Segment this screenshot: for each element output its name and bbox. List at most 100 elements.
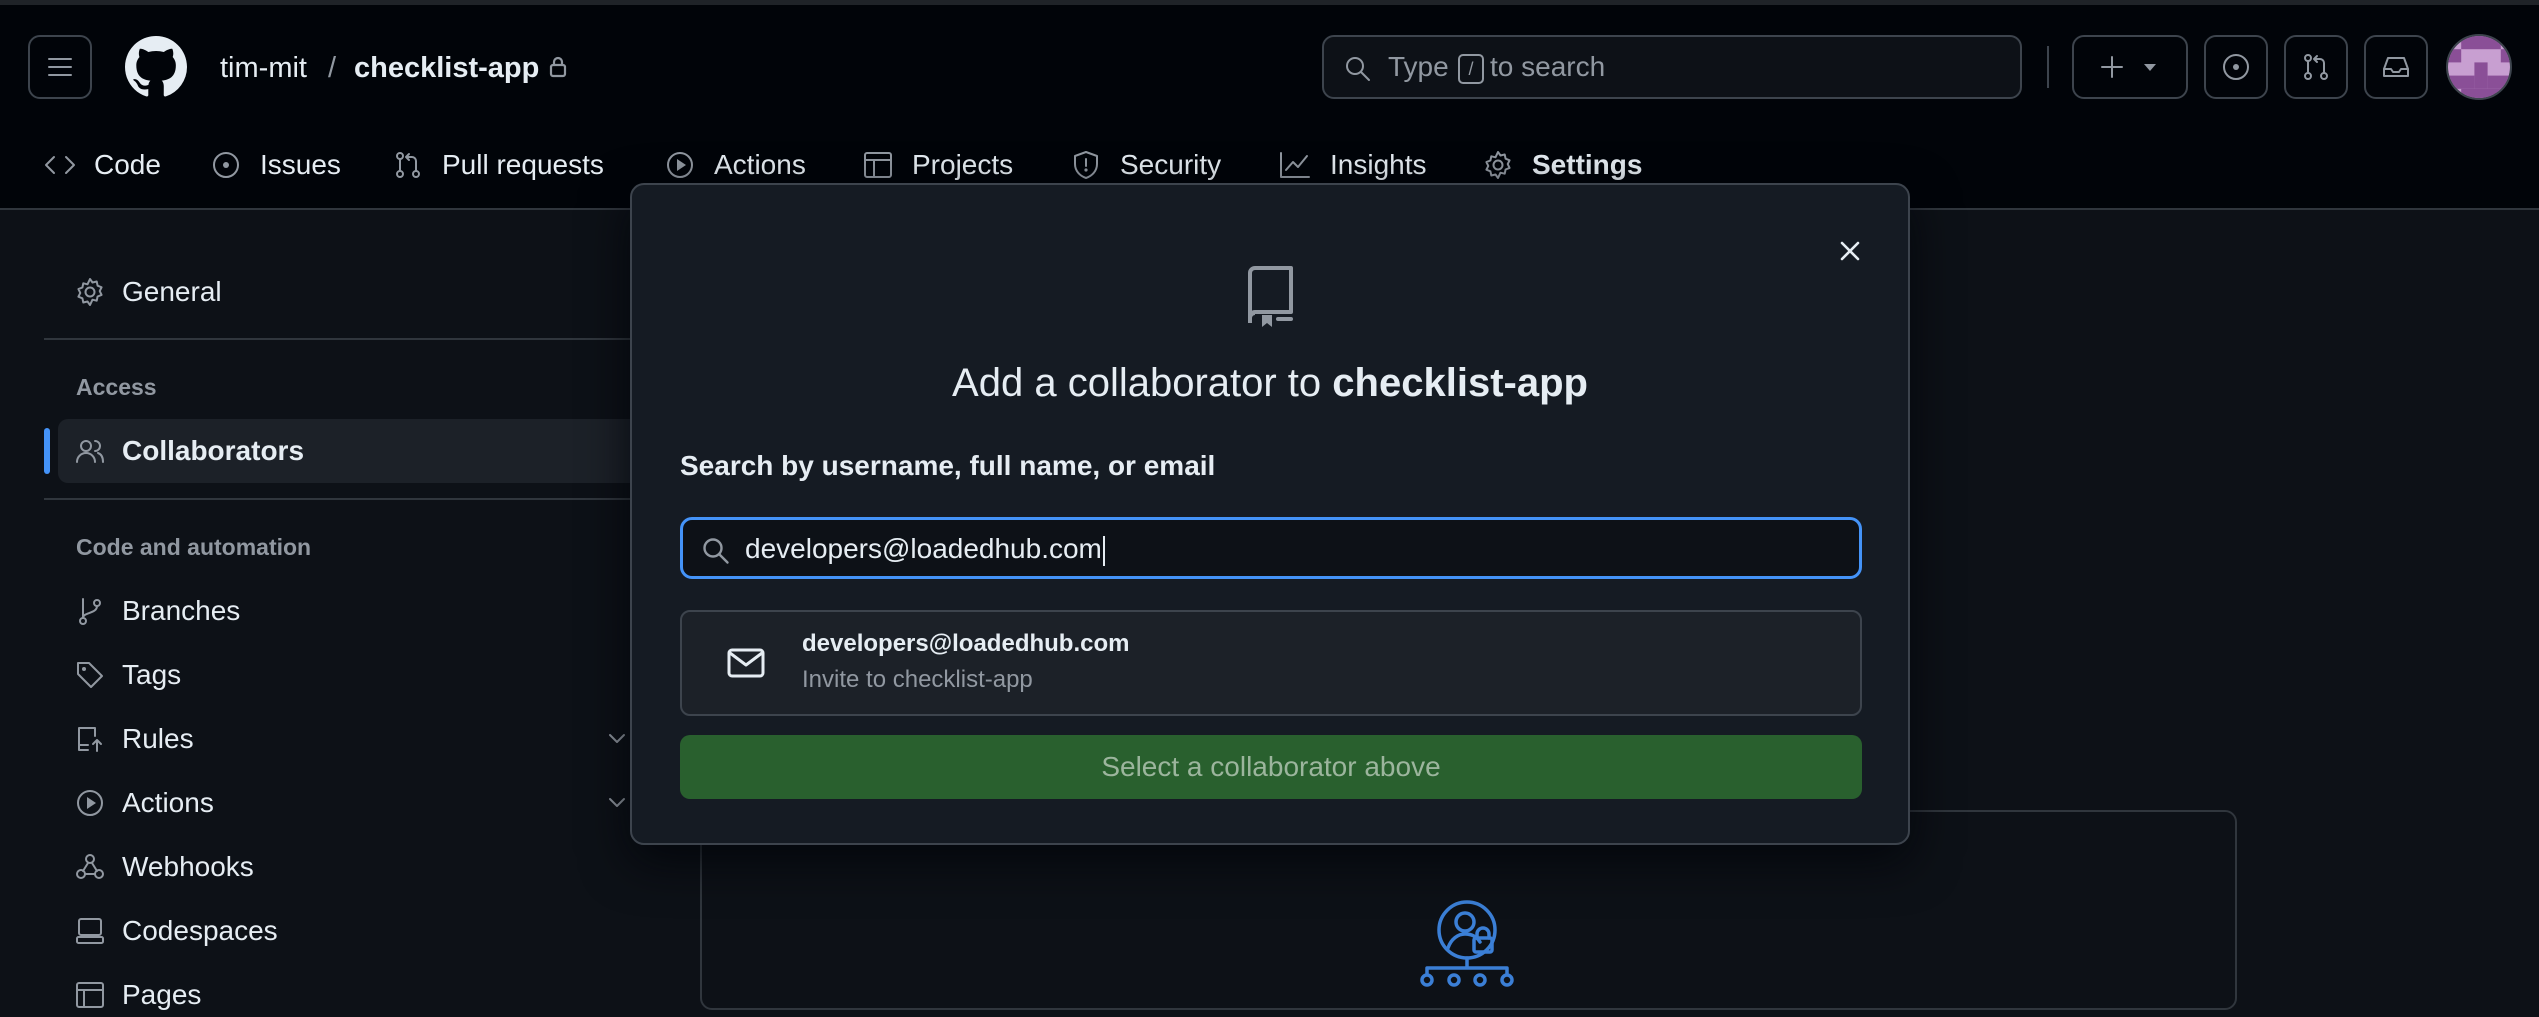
tab-issues[interactable]: Issues xyxy=(210,143,341,187)
plus-icon xyxy=(2101,56,2123,78)
gear-icon xyxy=(1485,151,1511,179)
sidebar-active-indicator xyxy=(44,428,50,474)
person-lock-illustration-icon xyxy=(1420,900,1514,987)
tab-settings-label: Settings xyxy=(1532,149,1643,180)
sidebar-item-collaborators-label: Collaborators xyxy=(122,435,305,466)
triangle-down-icon xyxy=(2144,64,2156,71)
your-pull-requests-button[interactable] xyxy=(2284,35,2348,99)
webhook-icon xyxy=(76,854,104,879)
global-header: tim-mit / checklist-app Type / to search xyxy=(0,0,2539,210)
sidebar-item-branches[interactable]: Branches xyxy=(74,589,240,633)
code-icon xyxy=(45,156,75,174)
select-collaborator-button[interactable]: Select a collaborator above xyxy=(680,735,1862,799)
sidebar-item-pages-label: Pages xyxy=(122,979,202,1010)
header-divider xyxy=(2047,46,2049,88)
sidebar-item-collaborators[interactable]: Collaborators xyxy=(74,429,304,473)
inbox-button[interactable] xyxy=(2364,35,2428,99)
sidebar-item-codespaces[interactable]: Codespaces xyxy=(74,909,278,953)
lock-icon xyxy=(549,56,567,78)
sidebar-item-codespaces-label: Codespaces xyxy=(122,915,278,946)
tab-actions[interactable]: Actions xyxy=(664,143,806,187)
tab-security-label: Security xyxy=(1120,149,1222,180)
breadcrumb-separator: / xyxy=(328,52,337,84)
sidebar-item-tags-label: Tags xyxy=(122,659,182,690)
tab-projects-label: Projects xyxy=(912,149,1014,180)
tab-issues-label: Issues xyxy=(260,149,341,180)
sidebar-item-actions-label: Actions xyxy=(122,787,214,818)
tab-pull-requests-label: Pull requests xyxy=(442,149,604,180)
suggestion-subtitle: Invite to checklist-app xyxy=(802,666,1033,693)
search-placeholder-suffix: to search xyxy=(1490,51,1606,82)
git-pull-request-icon xyxy=(396,152,420,178)
codespaces-icon xyxy=(76,918,104,944)
search-icon xyxy=(1346,57,1370,81)
sidebar-divider xyxy=(44,338,634,340)
issue-opened-icon xyxy=(213,152,239,178)
add-collaborator-dialog: Add a collaborator to checklist-app Sear… xyxy=(630,183,1910,845)
hamburger-icon xyxy=(48,58,72,76)
dialog-title: Add a collaborator to checklist-app xyxy=(632,361,1908,406)
play-icon xyxy=(667,152,693,178)
text-caret xyxy=(1102,535,1105,566)
repo-icon xyxy=(1248,266,1293,327)
table-icon xyxy=(864,152,892,178)
suggestion-email: developers@loadedhub.com xyxy=(802,630,1130,657)
tab-insights[interactable]: Insights xyxy=(1278,143,1427,187)
tab-projects[interactable]: Projects xyxy=(862,143,1013,187)
issue-opened-icon xyxy=(2223,54,2249,80)
collaborator-search-text: developers@loadedhub.com xyxy=(745,533,1102,564)
sidebar-item-webhooks-label: Webhooks xyxy=(122,851,254,882)
close-dialog-button[interactable] xyxy=(1830,231,1870,271)
tab-code-label: Code xyxy=(94,149,161,180)
chevron-down-icon[interactable] xyxy=(606,729,628,747)
sidebar-item-tags[interactable]: Tags xyxy=(74,653,181,697)
close-icon xyxy=(1840,241,1860,261)
sidebar-item-general-label: General xyxy=(122,276,222,307)
collaborator-search-label: Search by username, full name, or email xyxy=(680,450,1216,481)
search-shortcut-key: / xyxy=(1458,54,1484,84)
sidebar-divider xyxy=(44,498,634,500)
tab-settings[interactable]: Settings xyxy=(1482,143,1642,187)
sidebar-item-rules-label: Rules xyxy=(122,723,194,754)
sidebar-item-actions[interactable]: Actions xyxy=(74,781,214,825)
sidebar-heading-code-automation: Code and automation xyxy=(76,534,312,560)
git-branch-icon xyxy=(79,598,101,625)
collaborator-search-input[interactable]: developers@loadedhub.com xyxy=(680,517,1862,579)
github-logo-icon[interactable] xyxy=(125,36,187,98)
your-issues-button[interactable] xyxy=(2204,35,2268,99)
graph-icon xyxy=(1280,152,1310,178)
global-search-input[interactable]: Type / to search xyxy=(1322,35,2022,99)
collaborator-search-value: developers@loadedhub.com xyxy=(745,533,1105,566)
menu-button[interactable] xyxy=(28,35,92,99)
tab-insights-label: Insights xyxy=(1330,149,1427,180)
user-avatar[interactable] xyxy=(2446,34,2512,100)
breadcrumb-repo[interactable]: checklist-app xyxy=(354,48,539,88)
sidebar-item-branches-label: Branches xyxy=(122,595,241,626)
people-icon xyxy=(76,440,104,463)
dialog-title-repo: checklist-app xyxy=(1332,361,1588,405)
search-placeholder-prefix: Type xyxy=(1388,51,1449,82)
create-new-button[interactable] xyxy=(2072,35,2188,99)
sidebar-item-pages[interactable]: Pages xyxy=(74,973,201,1017)
search-icon xyxy=(703,538,729,564)
browser-icon xyxy=(76,982,104,1008)
inbox-icon xyxy=(2383,57,2409,77)
tab-pull-requests[interactable]: Pull requests xyxy=(392,143,604,187)
repo-push-icon xyxy=(78,727,102,752)
sidebar-item-webhooks[interactable]: Webhooks xyxy=(74,845,254,889)
tab-code[interactable]: Code xyxy=(44,143,161,187)
chevron-down-icon[interactable] xyxy=(606,793,628,811)
sidebar-heading-access: Access xyxy=(76,374,157,400)
sidebar-item-rules[interactable]: Rules xyxy=(74,717,194,761)
breadcrumb-owner[interactable]: tim-mit xyxy=(220,48,307,88)
identicon-avatar-icon xyxy=(2448,36,2510,98)
dialog-title-prefix: Add a collaborator to xyxy=(952,361,1322,405)
collaborator-suggestion-item[interactable]: developers@loadedhub.com Invite to check… xyxy=(680,610,1862,716)
shield-icon xyxy=(1074,151,1098,179)
tag-icon xyxy=(77,662,103,688)
git-pull-request-icon xyxy=(2304,54,2328,80)
tab-security[interactable]: Security xyxy=(1070,143,1221,187)
sidebar-item-general[interactable]: General xyxy=(74,270,222,314)
tab-actions-label: Actions xyxy=(714,149,806,180)
play-icon xyxy=(77,790,103,816)
